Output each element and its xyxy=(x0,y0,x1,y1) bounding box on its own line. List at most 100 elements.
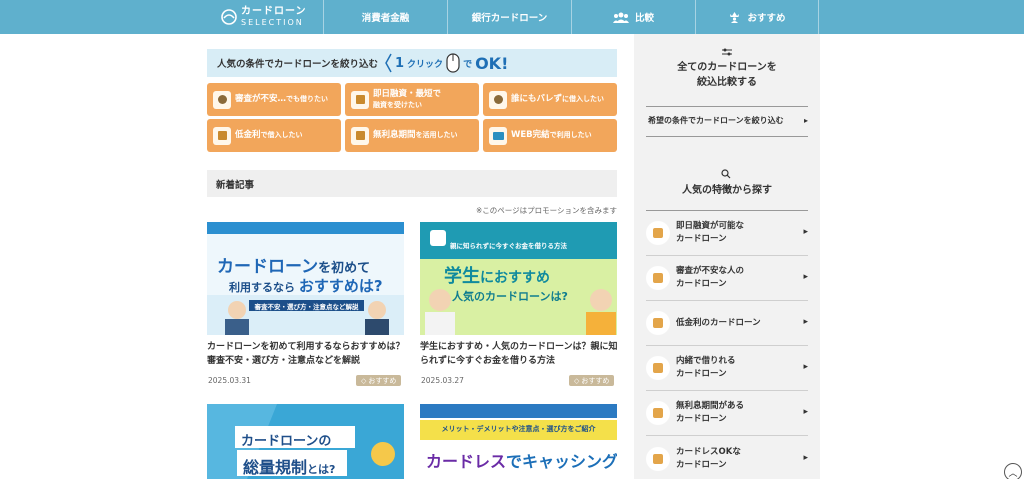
smartphone-icon xyxy=(646,446,670,471)
banner-text: 利用するなら xyxy=(229,281,295,294)
article-title-1[interactable]: カードローンを初めて利用するならおすすめは？審査不安・選び方・注意点などを解説 xyxy=(207,341,407,369)
nav-label: おすすめ xyxy=(747,13,786,24)
one-click-word: クリック xyxy=(407,59,444,70)
calendar-icon xyxy=(351,90,369,109)
nav-consumer-finance[interactable]: 消費者金融 xyxy=(323,0,447,34)
same-day-icon xyxy=(646,221,670,245)
article-thumbnail-2[interactable]: 親に知られずに今すぐお金を借りる方法 学生におすすめ 人気のカードローンは? xyxy=(420,222,617,335)
article-thumbnail-4[interactable]: メリット・デメリットや注意点・選び方をご紹介 カードレスでキャッシング xyxy=(420,404,617,479)
feature-item-same-day[interactable]: 即日融資が可能な カードローン ▸ xyxy=(646,211,808,256)
feature-label: 無利息期間がある xyxy=(676,401,745,412)
filter-tile-review-anxiety[interactable]: 審査が不安…でも借りたい xyxy=(207,83,341,116)
sidebar-filter-link[interactable]: 希望の条件でカードローンを絞り込む ▸ xyxy=(648,113,808,127)
tile-sublabel: を活用したい xyxy=(415,131,458,140)
tile-label: 低金利 xyxy=(235,130,261,141)
magnifier-icon xyxy=(646,266,670,290)
mouse-icon xyxy=(446,53,460,73)
banner-text: 人気のカードローンは? xyxy=(452,290,568,303)
coins-icon xyxy=(646,311,670,335)
filter-tile-same-day[interactable]: 即日融資・最短で 融資を受けたい xyxy=(345,83,479,116)
banner-text: におすすめ xyxy=(480,270,550,286)
nav-label: 消費者金融 xyxy=(361,13,410,24)
feature-label: 内緒で借りれる xyxy=(676,356,736,367)
banner-text: でキャッシング xyxy=(506,452,617,471)
article-tag-1[interactable]: ◇ おすすめ xyxy=(356,375,402,386)
tag-icon: ◇ xyxy=(361,376,367,385)
one-click-number: 1 xyxy=(395,55,405,71)
chevron-right-icon: ▸ xyxy=(803,227,808,238)
banner-text: 親に知られずに今すぐお金を借りる方法 xyxy=(450,242,567,250)
tile-sublabel: で利用したい xyxy=(549,131,592,140)
chevron-right-icon: ▸ xyxy=(803,407,808,418)
tile-label: 審査が不安… xyxy=(235,94,287,105)
magnifier-icon xyxy=(213,90,231,109)
one-click-de: で xyxy=(463,59,473,70)
nav-recommend[interactable]: おすすめ xyxy=(695,0,819,34)
feature-label: 審査が不安な人の xyxy=(676,266,745,277)
filter-tile-interest-free[interactable]: 無利息期間を活用したい xyxy=(345,119,479,152)
nav-compare[interactable]: 比較 xyxy=(571,0,695,34)
site-logo[interactable]: カードローン SELECTION xyxy=(221,4,321,30)
chevron-right-icon: ▸ xyxy=(803,272,808,283)
feature-item-interest-free[interactable]: 無利息期間がある カードローン ▸ xyxy=(646,391,808,436)
feature-label: カードローン xyxy=(676,414,727,424)
chevron-right-icon: ▸ xyxy=(803,452,808,463)
banner-text: とは? xyxy=(307,463,336,476)
feature-item-cardless[interactable]: カードレスOKな カードローン ▸ xyxy=(646,436,808,479)
title-line: 全てのカードローンを xyxy=(677,62,777,73)
tile-label: WEB完結 xyxy=(511,130,550,141)
filter-tile-low-interest[interactable]: 低金利で借入したい xyxy=(207,119,341,152)
article-title-2[interactable]: 学生におすすめ・人気のカードローンは？親に知られずに今すぐお金を借りる方法 xyxy=(420,341,620,369)
feature-label: カードローン xyxy=(676,279,727,289)
link-label: 希望の条件でカードローンを絞り込む xyxy=(648,115,784,125)
article-tag-2[interactable]: ◇ おすすめ xyxy=(569,375,615,386)
filter-sliders-icon xyxy=(722,48,732,56)
feature-label: カードレスOKな xyxy=(676,446,741,457)
feature-label: 即日融資が可能な xyxy=(676,221,745,232)
banner-text: メリット・デメリットや注意点・選び方をご紹介 xyxy=(441,425,596,433)
nav-label: 比較 xyxy=(634,13,654,24)
banner-text: 総量規制 xyxy=(243,458,308,477)
sidebar-compare-title: 全てのカードローンを 絞込比較する xyxy=(646,60,808,90)
promotion-notice: ※このページはプロモーションを含みます xyxy=(476,206,617,215)
feature-label: カードローン xyxy=(676,234,727,244)
article-thumbnail-3[interactable]: カードローンの 総量規制とは? xyxy=(207,404,404,479)
tile-label: 誰にもバレず xyxy=(511,94,563,105)
banner-text: カードローン xyxy=(217,257,319,277)
filter-title: 人気の条件でカードローンを絞り込む xyxy=(217,59,379,70)
feature-item-secret[interactable]: 内緒で借りれる カードローン ▸ xyxy=(646,346,808,391)
one-click-ok: OK! xyxy=(475,53,509,73)
divider xyxy=(646,106,808,107)
tile-sublabel: 融資を受けたい xyxy=(373,100,422,109)
feature-label: カードローン xyxy=(676,369,727,379)
tile-sublabel: でも借りたい xyxy=(286,95,329,104)
chevron-right-icon: ▸ xyxy=(803,115,808,125)
chevron-right-icon: ▸ xyxy=(803,317,808,328)
article-thumbnail-1[interactable]: カードローンを初めて 利用するなら おすすめは? 審査不安・選び方・注意点など解… xyxy=(207,222,404,335)
tag-label: おすすめ xyxy=(368,376,397,385)
one-click-badge: 1 クリック で OK! xyxy=(385,50,508,76)
tile-sublabel: に借入したい xyxy=(562,95,605,104)
search-icon xyxy=(721,169,731,179)
secret-icon xyxy=(489,90,507,109)
banner-text: カードレス xyxy=(426,452,507,471)
feature-item-review-anxiety[interactable]: 審査が不安な人の カードローン ▸ xyxy=(646,256,808,301)
nav-bank-cardloan[interactable]: 銀行カードローン xyxy=(447,0,571,34)
chevron-up-icon: ︿ xyxy=(1008,468,1018,479)
logo-text: カードローン xyxy=(241,6,307,17)
crown-person-icon xyxy=(730,12,740,23)
banner-text: カードローンの xyxy=(241,434,332,449)
chevron-right-icon: ▸ xyxy=(803,362,808,373)
banner-text: おすすめは? xyxy=(298,277,383,295)
tile-sublabel: で借入したい xyxy=(260,131,303,140)
feature-item-low-interest[interactable]: 低金利のカードローン ▸ xyxy=(646,301,808,346)
secret-icon xyxy=(646,356,670,380)
yen-zero-icon xyxy=(646,401,670,425)
nav-label: 銀行カードローン xyxy=(471,13,548,24)
tile-label: 即日融資・最短で xyxy=(373,88,442,99)
scroll-to-top-button[interactable]: ︿ xyxy=(1004,463,1022,479)
news-heading-text: 新着記事 xyxy=(216,179,255,191)
filter-tile-secret[interactable]: 誰にもバレずに借入したい xyxy=(483,83,617,116)
filter-tile-web-complete[interactable]: WEB完結で利用したい xyxy=(483,119,617,152)
news-heading: 新着記事 xyxy=(207,170,617,197)
